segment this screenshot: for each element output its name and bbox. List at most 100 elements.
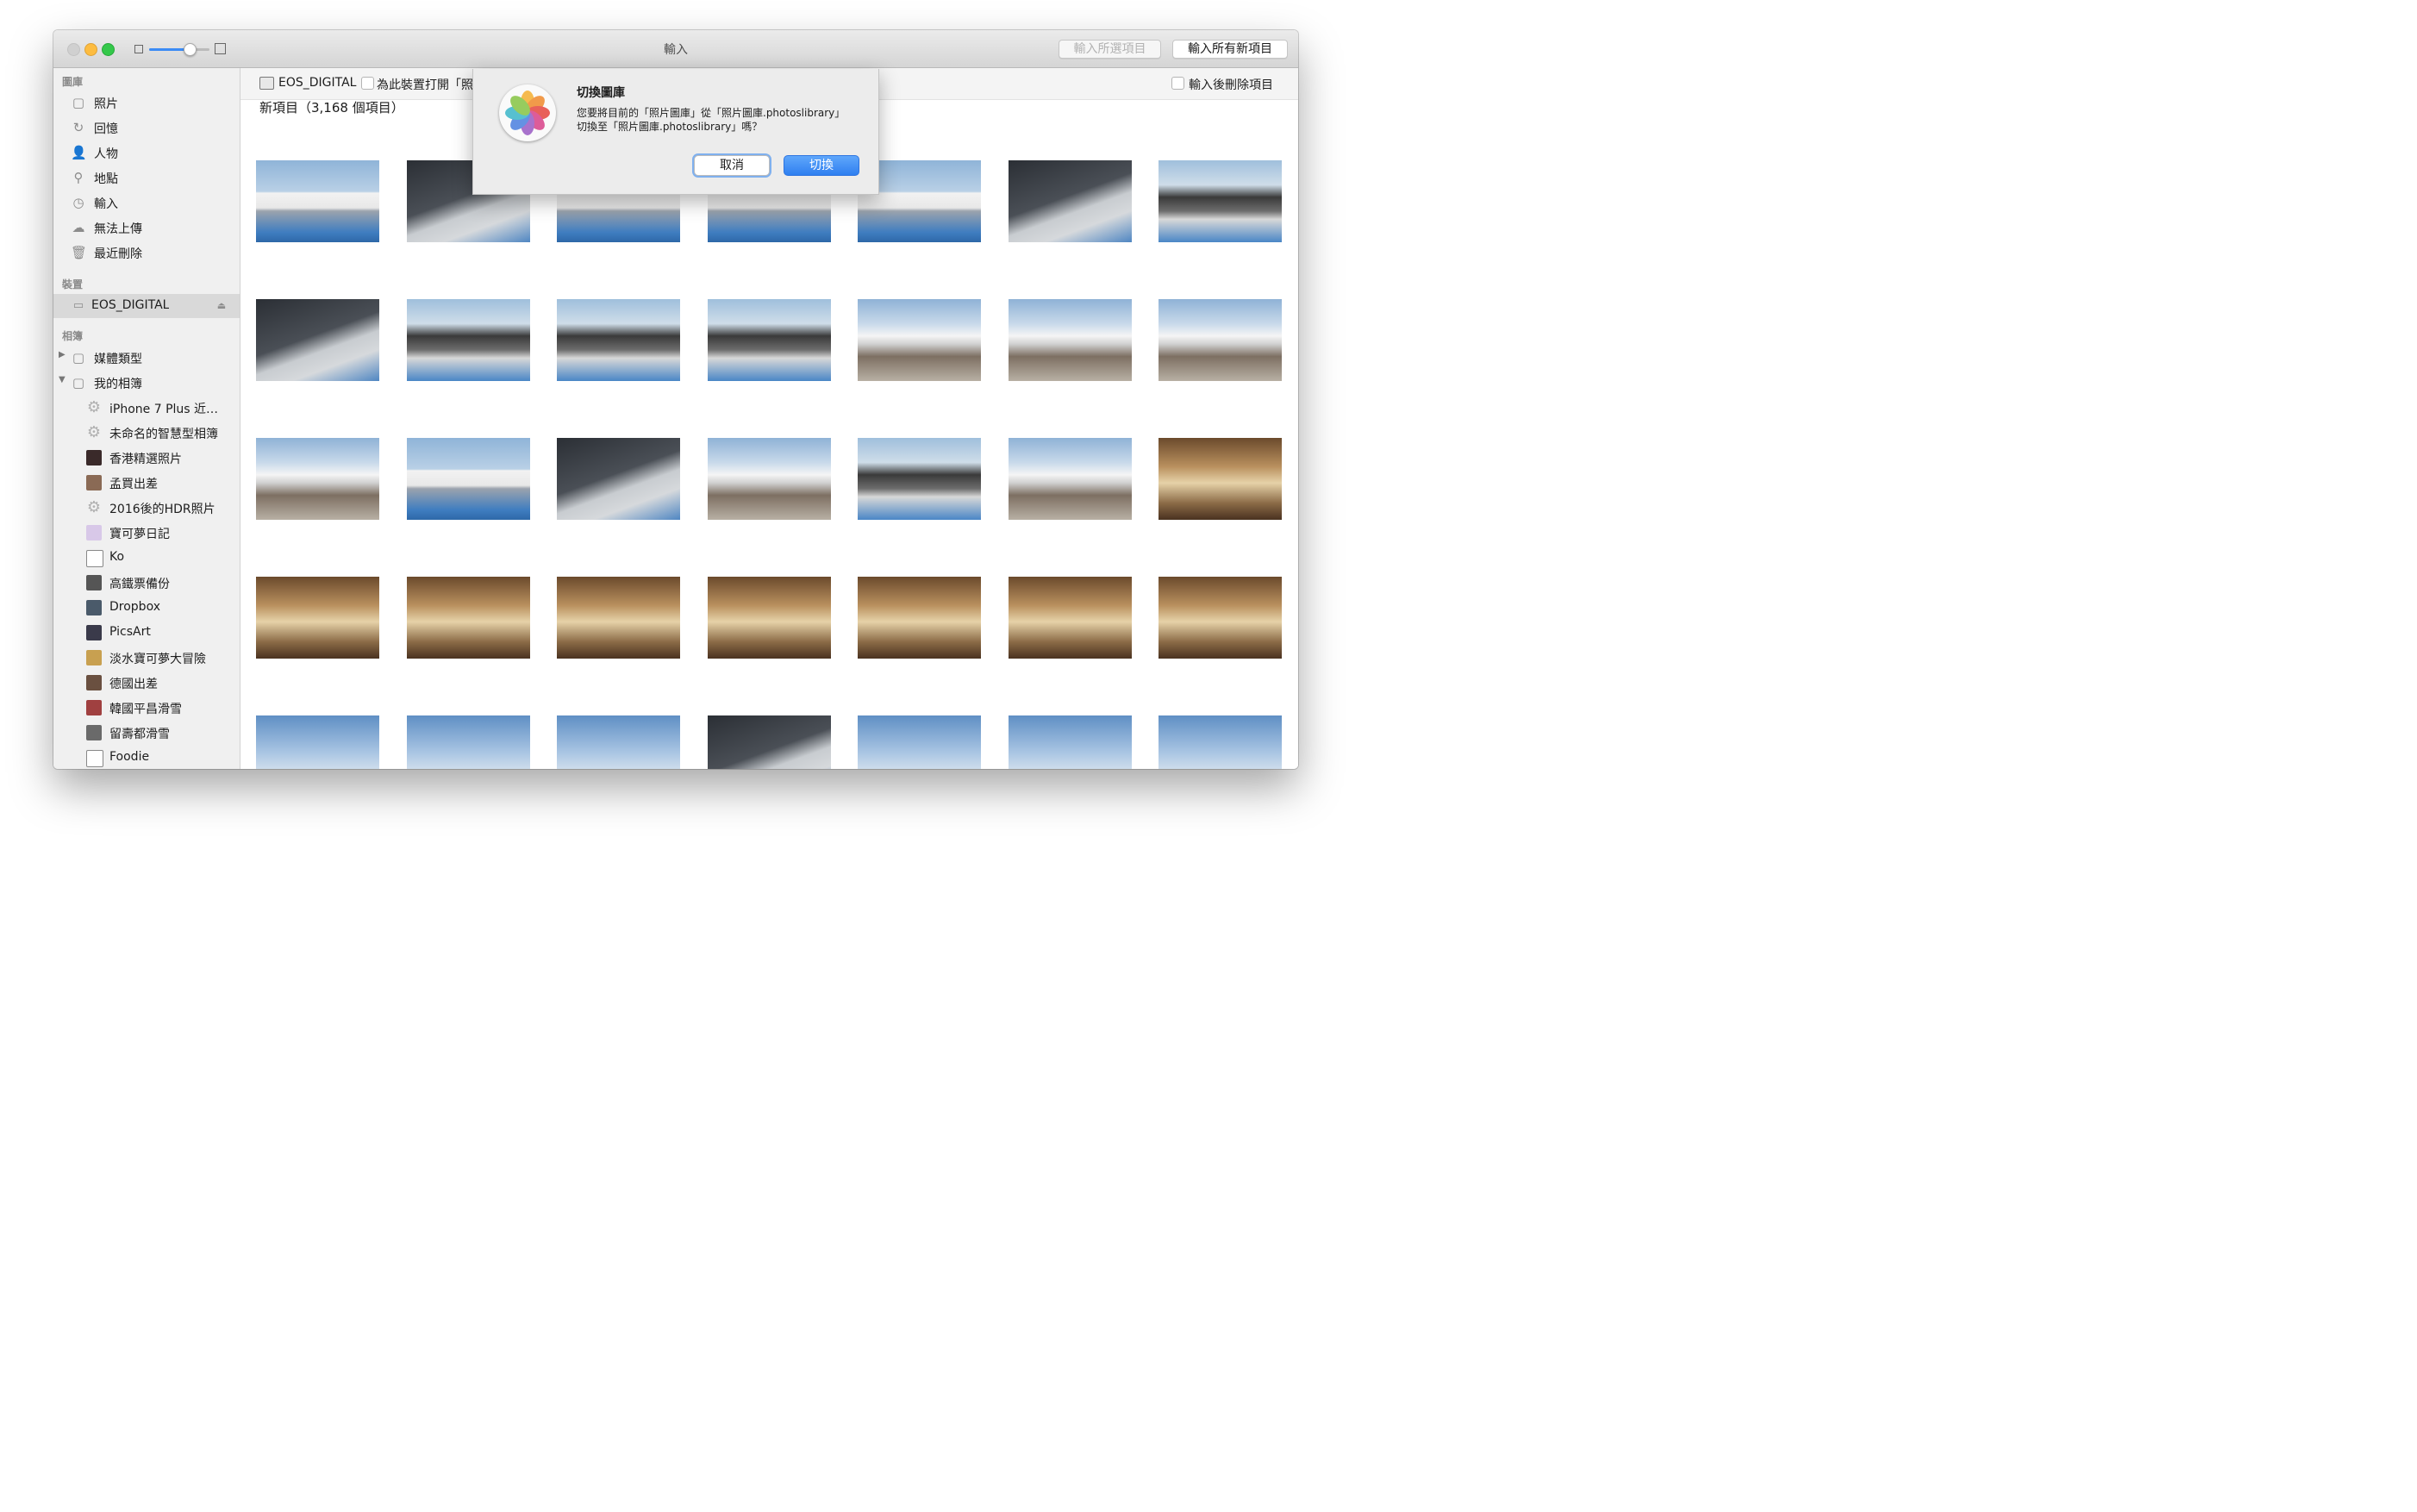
photo-thumbnail[interactable] bbox=[707, 715, 831, 769]
switch-library-dialog: 切換圖庫 您要將目前的「照片圖庫」從「照片圖庫.photoslibrary」切換… bbox=[472, 69, 879, 195]
photo-thumbnail[interactable] bbox=[1159, 160, 1282, 242]
sidebar-group-1[interactable]: ▼ ▢ 我的相簿 bbox=[53, 371, 240, 395]
delete-after-import-checkbox[interactable] bbox=[1171, 77, 1184, 90]
album-thumbnail bbox=[86, 625, 102, 640]
pin-icon: ⚲ bbox=[73, 170, 84, 185]
album-thumbnail bbox=[86, 450, 102, 465]
sidebar-group-0[interactable]: ▶ ▢ 媒體類型 bbox=[53, 346, 240, 370]
photo-thumbnail[interactable] bbox=[1159, 715, 1282, 769]
photo-thumbnail[interactable] bbox=[1159, 299, 1282, 381]
sidebar-album-item[interactable]: PicsArt bbox=[53, 621, 240, 645]
new-items-label: 新項目（3,168 個項目） bbox=[259, 100, 404, 116]
sidebar-album-item[interactable]: 孟買出差 bbox=[53, 471, 240, 495]
sidebar-item-label: 孟買出差 bbox=[109, 478, 158, 491]
sidebar-item-cloud[interactable]: ☁ 無法上傳 bbox=[53, 216, 240, 240]
photo-thumbnail[interactable] bbox=[858, 438, 981, 520]
sidebar-item-label: 無法上傳 bbox=[94, 222, 142, 236]
album-icon bbox=[86, 750, 103, 767]
photo-thumbnail[interactable] bbox=[256, 160, 379, 242]
sidebar-album-item[interactable]: 寶可夢日記 bbox=[53, 521, 240, 545]
album-thumbnail bbox=[86, 675, 102, 690]
photo-thumbnail[interactable] bbox=[1159, 577, 1282, 659]
device-name: EOS_DIGITAL bbox=[278, 76, 357, 90]
sidebar-item-label: EOS_DIGITAL bbox=[91, 298, 170, 312]
sidebar-item-label: Dropbox bbox=[109, 600, 160, 614]
sidebar-album-item[interactable]: ⚙ 未命名的智慧型相簿 bbox=[53, 421, 240, 445]
sidebar-item-eos-digital[interactable]: ▭ EOS_DIGITAL ⏏ bbox=[53, 294, 240, 318]
photo-thumbnail[interactable] bbox=[256, 299, 379, 381]
disk-icon bbox=[259, 77, 274, 90]
photo-thumbnail[interactable] bbox=[406, 577, 530, 659]
photo-thumbnail[interactable] bbox=[858, 715, 981, 769]
photo-thumbnail[interactable] bbox=[1159, 438, 1282, 520]
sidebar-item-label: 最近刪除 bbox=[94, 247, 142, 261]
sidebar-album-item[interactable]: ⚙ 2016後的HDR照片 bbox=[53, 496, 240, 520]
sidebar-album-item[interactable]: 香港精選照片 bbox=[53, 446, 240, 470]
sidebar-album-item[interactable]: ⚙ iPhone 7 Plus 近… bbox=[53, 396, 240, 420]
disk-icon: ▭ bbox=[72, 299, 84, 312]
photo-thumbnail[interactable] bbox=[707, 438, 831, 520]
devices-section-header: 裝置 bbox=[62, 278, 84, 291]
sidebar-item-label: 我的相簿 bbox=[94, 378, 142, 391]
sidebar-item-label: 媒體類型 bbox=[94, 353, 142, 366]
photo-thumbnail[interactable] bbox=[557, 577, 680, 659]
photo-thumbnail[interactable] bbox=[858, 299, 981, 381]
sidebar-item-label: 韓國平昌滑雪 bbox=[109, 703, 182, 716]
sidebar-item-label: 淡水寶可夢大冒險 bbox=[109, 653, 206, 666]
photo-thumbnail[interactable] bbox=[406, 715, 530, 769]
photo-thumbnail[interactable] bbox=[406, 299, 530, 381]
photo-thumbnail[interactable] bbox=[1008, 577, 1132, 659]
photo-thumbnail[interactable] bbox=[557, 715, 680, 769]
photo-thumbnail[interactable] bbox=[1008, 715, 1132, 769]
cloud-icon: ☁ bbox=[72, 220, 85, 235]
eject-icon[interactable]: ⏏ bbox=[214, 298, 229, 314]
sidebar-item-photos[interactable]: ▢ 照片 bbox=[53, 91, 240, 115]
photo-thumbnail[interactable] bbox=[256, 715, 379, 769]
sidebar-album-item[interactable]: 韓國平昌滑雪 bbox=[53, 696, 240, 720]
sidebar-item-label: 照片 bbox=[94, 97, 118, 111]
sidebar-album-item[interactable]: 淡水寶可夢大冒險 bbox=[53, 646, 240, 670]
switch-button[interactable]: 切換 bbox=[784, 155, 859, 176]
import-selected-button[interactable]: 輸入所選項目 bbox=[1059, 40, 1161, 59]
sidebar-album-item[interactable]: 高鐵票備份 bbox=[53, 571, 240, 595]
photo-thumbnail[interactable] bbox=[557, 438, 680, 520]
open-photos-for-device-checkbox[interactable] bbox=[361, 77, 374, 90]
album-thumbnail bbox=[86, 525, 102, 540]
folder-icon: ▢ bbox=[72, 375, 85, 390]
sidebar-item-clock[interactable]: ◷ 輸入 bbox=[53, 191, 240, 215]
sidebar-item-label: 回憶 bbox=[94, 122, 118, 136]
sidebar-album-item[interactable]: Foodie bbox=[53, 746, 240, 769]
sidebar-item-trash[interactable]: 🗑 最近刪除 bbox=[53, 241, 240, 265]
cancel-button[interactable]: 取消 bbox=[694, 155, 770, 176]
sidebar-album-item[interactable]: 德國出差 bbox=[53, 671, 240, 695]
sidebar-album-item[interactable]: Ko bbox=[53, 546, 240, 570]
disclosure-closed-icon[interactable]: ▶ bbox=[59, 350, 66, 359]
sidebar-item-label: PicsArt bbox=[109, 625, 151, 639]
dialog-message: 您要將目前的「照片圖庫」從「照片圖庫.photoslibrary」切換至「照片圖… bbox=[577, 107, 846, 133]
photo-thumbnail[interactable] bbox=[858, 577, 981, 659]
photo-thumbnail[interactable] bbox=[256, 438, 379, 520]
delete-after-import-label: 輸入後刪除項目 bbox=[1189, 78, 1273, 92]
photo-thumbnail[interactable] bbox=[1008, 438, 1132, 520]
album-thumbnail bbox=[86, 575, 102, 590]
photo-thumbnail[interactable] bbox=[707, 299, 831, 381]
sidebar-item-label: 2016後的HDR照片 bbox=[109, 503, 215, 516]
sidebar-item-label: 地點 bbox=[94, 172, 118, 186]
sidebar-item-people[interactable]: 👤 人物 bbox=[53, 141, 240, 165]
photo-thumbnail[interactable] bbox=[557, 299, 680, 381]
photo-thumbnail[interactable] bbox=[256, 577, 379, 659]
sidebar-album-item[interactable]: 留壽都滑雪 bbox=[53, 721, 240, 745]
sidebar-item-memories[interactable]: ↻ 回憶 bbox=[53, 116, 240, 140]
people-icon: 👤 bbox=[71, 145, 87, 160]
photo-thumbnail[interactable] bbox=[707, 577, 831, 659]
photo-thumbnail[interactable] bbox=[406, 438, 530, 520]
import-all-new-button[interactable]: 輸入所有新項目 bbox=[1172, 40, 1288, 59]
disclosure-open-icon[interactable]: ▼ bbox=[59, 375, 66, 384]
photos-icon: ▢ bbox=[72, 95, 85, 110]
gear-icon: ⚙ bbox=[86, 398, 102, 416]
album-icon bbox=[86, 550, 103, 567]
photo-thumbnail[interactable] bbox=[1008, 160, 1132, 242]
sidebar-item-pin[interactable]: ⚲ 地點 bbox=[53, 166, 240, 190]
sidebar-album-item[interactable]: Dropbox bbox=[53, 596, 240, 620]
photo-thumbnail[interactable] bbox=[1008, 299, 1132, 381]
